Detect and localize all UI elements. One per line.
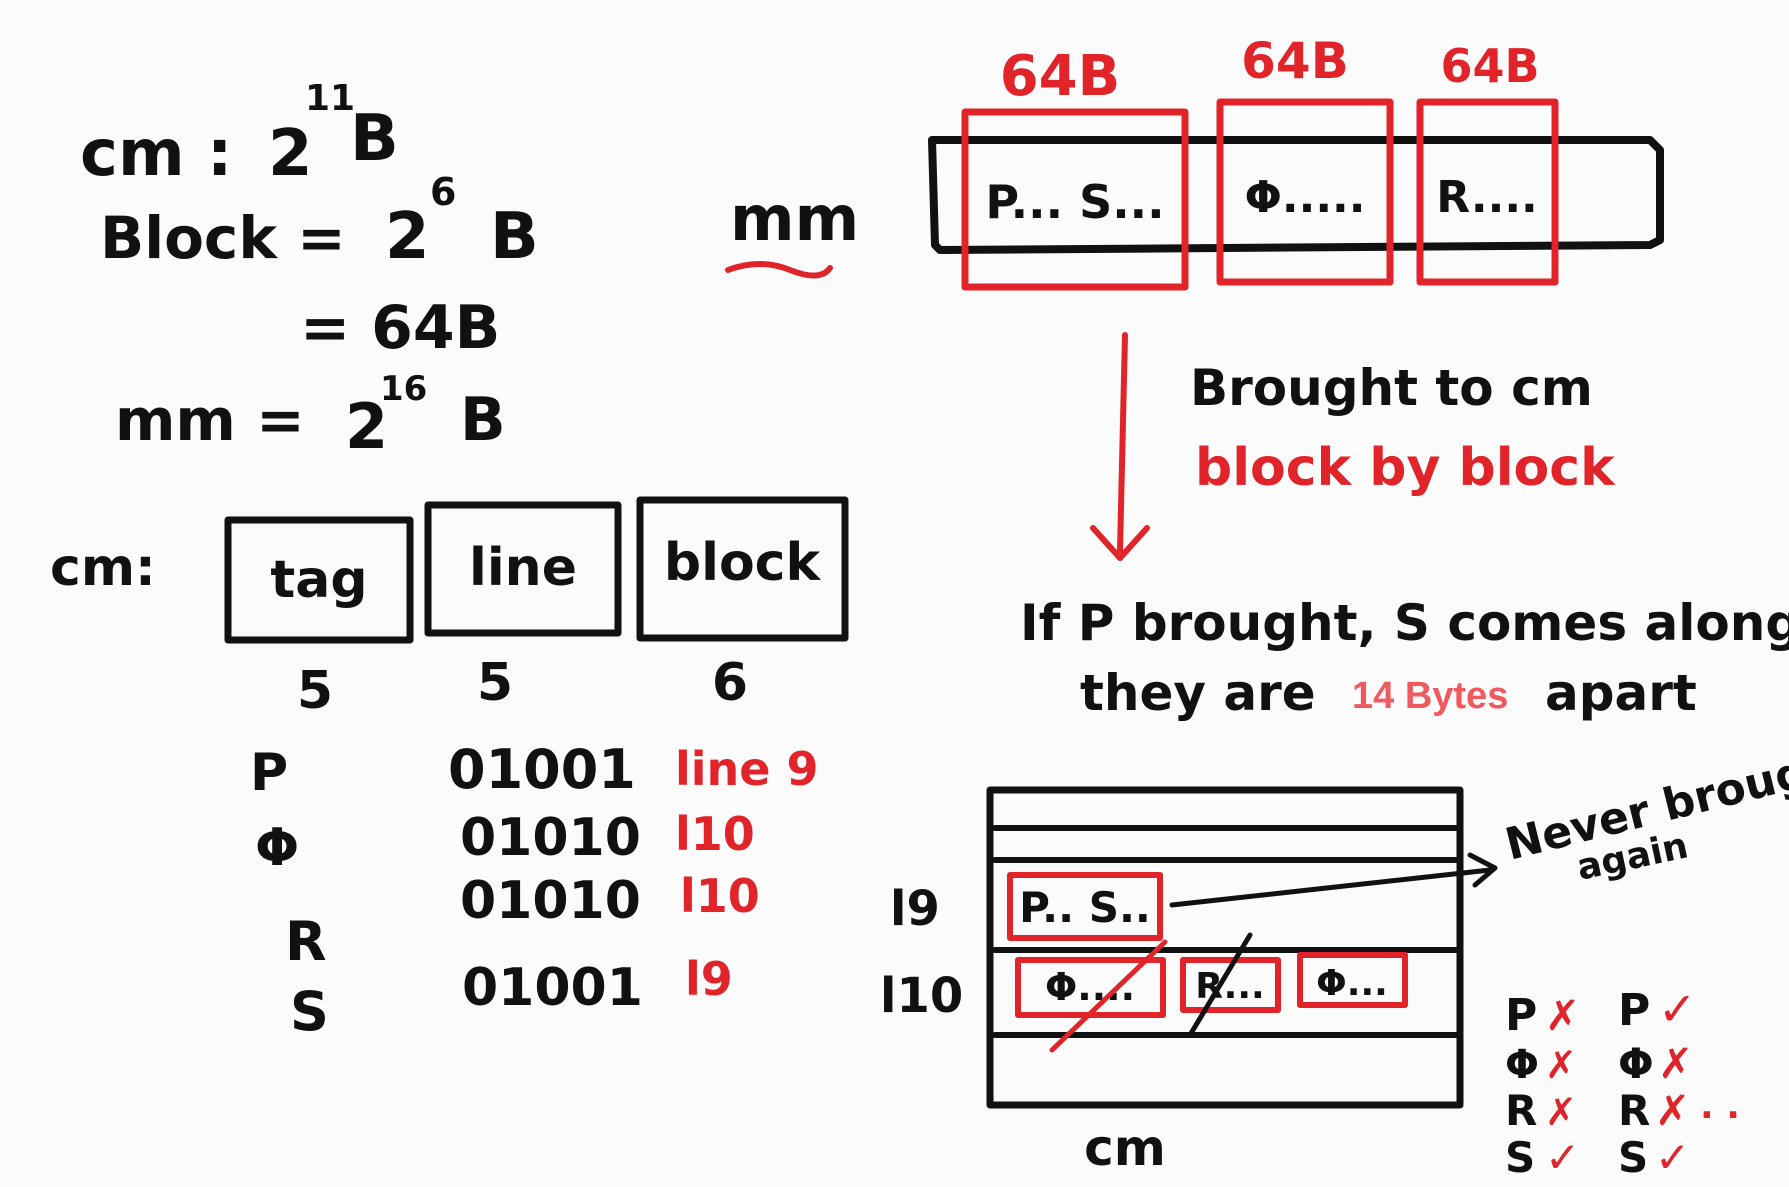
mm-block-content-2: Φ.....	[1245, 172, 1366, 223]
mm-block-content-3: R....	[1436, 172, 1538, 223]
eq-mm-exp: 16	[380, 369, 427, 409]
mm-size-label-2: 64B	[1241, 32, 1349, 90]
field-name-block: block	[664, 533, 822, 593]
never-arrow-shaft	[1169, 867, 1493, 908]
equation-mm: mm = 2 16 B	[115, 369, 506, 463]
mapping-line-p: line 9	[675, 742, 819, 796]
mapping-line-r: l10	[680, 869, 760, 923]
field-bits-block: 6	[712, 653, 748, 713]
note-if-line1: If P brought, S comes along	[1020, 594, 1789, 652]
equation-cm: cm : 2 11 B	[80, 78, 399, 191]
mapping-bits-s: 01001	[462, 958, 643, 1018]
address-format: cm: tag line block 5 5 6	[50, 496, 849, 721]
diagram-canvas: cm : 2 11 B Block = 2 6 B = 64B mm = 2 1…	[50, 32, 1789, 1182]
hm1-sym-3: S	[1505, 1133, 1535, 1182]
field-name-line: line	[469, 538, 577, 598]
hit-miss-table: P ✗ Φ ✗ R ✗ S ✓ P ✓ Φ ✗ R ✗ . . S ✓	[1505, 982, 1740, 1182]
mm-size-label-3: 64B	[1440, 39, 1539, 93]
address-format-label: cm:	[50, 538, 156, 598]
hm2-mark-3: ✓	[1655, 1133, 1690, 1182]
cache-line9-block: P.. S..	[1019, 883, 1151, 932]
note-if-line2-pre: they are	[1080, 664, 1316, 722]
eq-cm-label: cm :	[80, 117, 233, 191]
hm2-ellipsis: . .	[1700, 1086, 1740, 1127]
mapping-symbol-phi: Φ	[255, 818, 299, 878]
hm1-mark-1: ✗	[1545, 1043, 1577, 1087]
mm-label: mm	[730, 182, 859, 255]
mm-block-content-1: P... S...	[985, 175, 1164, 229]
mapping-bits-p: 01001	[448, 738, 636, 801]
mapping-line-s: l9	[685, 952, 733, 1006]
hm2-mark-0: ✓	[1658, 982, 1697, 1036]
mapping-table: P 01001 line 9 Φ 01010 l10 R 01010 l10 S…	[250, 738, 819, 1043]
hm1-mark-3: ✓	[1545, 1133, 1580, 1182]
cache-line10-block-3: Φ...	[1316, 963, 1388, 1004]
mapping-symbol-s: S	[290, 980, 329, 1043]
eq-cm-base: 2	[268, 117, 313, 191]
mm-underline	[725, 261, 833, 279]
hm1-mark-2: ✗	[1545, 1090, 1577, 1134]
eq-block-unit: B	[490, 200, 539, 274]
field-bits-tag: 5	[297, 661, 333, 721]
mapping-bits-r: 01010	[460, 871, 641, 931]
eq-mm-unit: B	[460, 385, 506, 455]
cache-diagram: l9 l10 P.. S.. Φ.... R... Φ... cm Never …	[880, 734, 1789, 1177]
cache-line9-label: l9	[890, 881, 940, 937]
hm1-sym-0: P	[1505, 990, 1537, 1041]
cache-label: cm	[1084, 1119, 1166, 1177]
hm2-sym-2: R	[1618, 1086, 1650, 1135]
mm-size-label-1: 64B	[1000, 44, 1121, 109]
hm1-sym-1: Φ	[1505, 1042, 1539, 1088]
hm2-sym-1: Φ	[1618, 1039, 1654, 1088]
note-brought-line2: block by block	[1195, 438, 1616, 498]
mapping-line-phi: l10	[675, 807, 755, 861]
hm1-mark-0: ✗	[1545, 991, 1580, 1040]
hm2-sym-0: P	[1618, 985, 1650, 1036]
main-memory: mm 64B 64B 64B P... S... Φ..... R....	[725, 32, 1664, 291]
eq-block-exp: 6	[430, 170, 456, 214]
eq-cm-exp: 11	[305, 78, 355, 119]
transfer-arrow-shaft	[1117, 332, 1128, 553]
eq-cm-unit: B	[350, 102, 399, 176]
eq-block-label: Block =	[100, 204, 346, 272]
cache-line10-label: l10	[880, 968, 963, 1024]
equation-block: Block = 2 6 B = 64B	[100, 170, 539, 363]
mapping-symbol-p: P	[250, 743, 288, 803]
mapping-bits-phi: 01010	[460, 808, 641, 868]
eq-block-base: 2	[385, 200, 430, 274]
note-brought-line1: Brought to cm	[1190, 359, 1593, 417]
transfer-arrow	[1090, 332, 1150, 561]
field-name-tag: tag	[270, 550, 367, 610]
hm2-mark-1: ✗	[1658, 1039, 1693, 1088]
hm2-mark-2: ✗	[1655, 1086, 1690, 1135]
note-if-line2-highlight: 14 Bytes	[1352, 675, 1508, 717]
eq-block-eq2: = 64B	[300, 293, 500, 363]
eq-mm-label: mm =	[115, 386, 305, 454]
note-if-line2-post: apart	[1545, 664, 1697, 722]
field-bits-line: 5	[477, 653, 513, 713]
mapping-symbol-r: R	[285, 910, 327, 973]
hm1-sym-2: R	[1505, 1086, 1537, 1135]
hm2-sym-3: S	[1618, 1133, 1648, 1182]
